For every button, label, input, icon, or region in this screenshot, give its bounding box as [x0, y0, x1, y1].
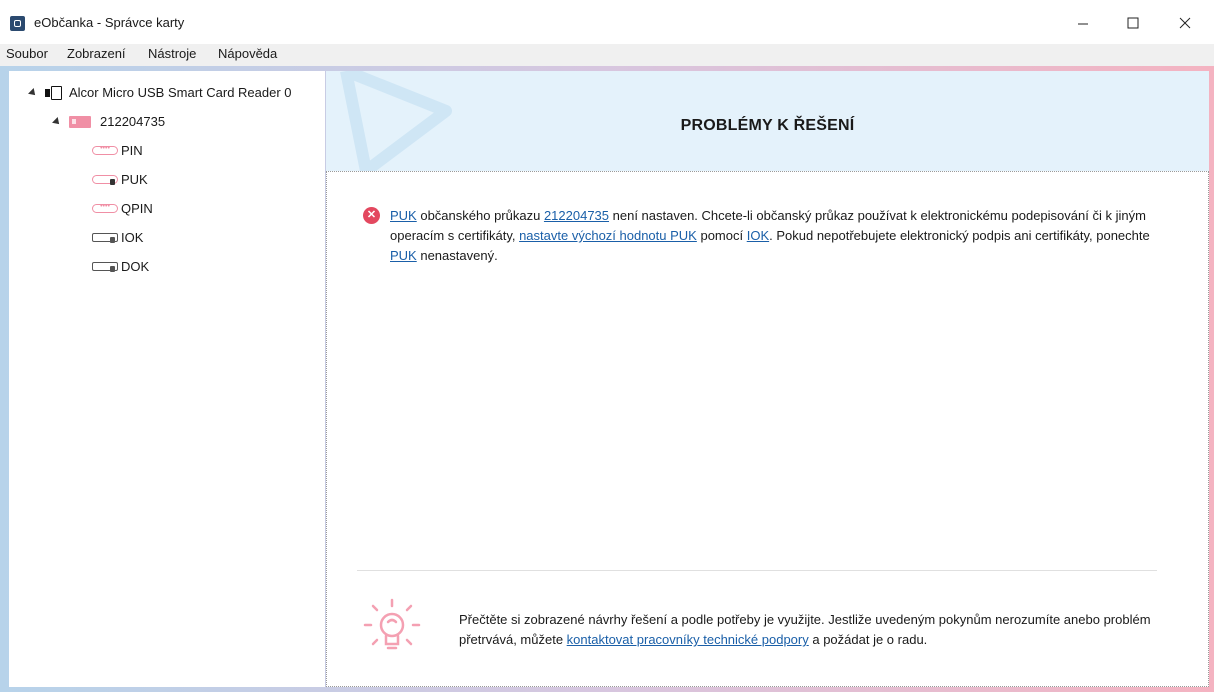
- tree-node-qpin[interactable]: •••• QPIN: [92, 201, 153, 216]
- puk-lock-icon: [92, 175, 118, 185]
- page-title: PROBLÉMY K ŘEŠENÍ: [680, 117, 855, 134]
- maximize-button[interactable]: [1110, 6, 1156, 40]
- menu-napoveda[interactable]: Nápověda: [218, 46, 277, 61]
- main-panel: PROBLÉMY K ŘEŠENÍ ✕ PUK občanského průka…: [326, 71, 1209, 687]
- issue-text-part: pomocí: [696, 228, 747, 243]
- tree-node-iok[interactable]: IOK: [92, 230, 143, 245]
- tree-node-reader[interactable]: Alcor Micro USB Smart Card Reader 0: [28, 85, 292, 100]
- card-number-link[interactable]: 212204735: [544, 208, 609, 223]
- reader-label: Alcor Micro USB Smart Card Reader 0: [69, 85, 292, 100]
- close-icon: [1179, 17, 1191, 29]
- key-icon: [92, 233, 118, 243]
- card-reader-icon: [45, 85, 63, 100]
- header-banner: PROBLÉMY K ŘEŠENÍ: [326, 71, 1209, 171]
- puk-link[interactable]: PUK: [390, 208, 417, 223]
- issue-item: ✕ PUK občanského průkazu 212204735 není …: [363, 206, 1163, 266]
- tree-node-puk[interactable]: PUK: [92, 172, 148, 187]
- hint-text: Přečtěte si zobrazené návrhy řešení a po…: [459, 610, 1159, 650]
- card-tree: Alcor Micro USB Smart Card Reader 0 2122…: [9, 71, 325, 687]
- menu-soubor[interactable]: Soubor: [6, 46, 48, 61]
- app-icon: [10, 16, 25, 31]
- window-title: eObčanka - Správce karty: [34, 15, 185, 30]
- hint-text-part: a požádat je o radu.: [808, 632, 928, 647]
- divider: [357, 570, 1157, 571]
- contact-support-link[interactable]: kontaktovat pracovníky technické podpory: [567, 632, 809, 647]
- issue-text: PUK občanského průkazu 212204735 není na…: [390, 206, 1160, 266]
- expand-arrow-icon[interactable]: [28, 87, 38, 98]
- error-icon: ✕: [363, 207, 380, 224]
- expand-arrow-icon[interactable]: [52, 116, 62, 127]
- minimize-icon: [1078, 23, 1088, 25]
- set-default-puk-link[interactable]: nastavte výchozí hodnotu PUK: [519, 228, 697, 243]
- tree-item-label: PIN: [121, 143, 143, 158]
- tree-item-label: PUK: [121, 172, 148, 187]
- tree-node-dok[interactable]: DOK: [92, 259, 149, 274]
- issue-text-part: . Pokud nepotřebujete elektronický podpi…: [769, 228, 1150, 243]
- title-bar: eObčanka - Správce karty: [0, 0, 1214, 44]
- iok-link[interactable]: IOK: [747, 228, 769, 243]
- pin-icon: ••••: [92, 203, 118, 213]
- key-icon: [92, 262, 118, 272]
- tree-node-card[interactable]: 212204735: [52, 114, 166, 129]
- puk-link-2[interactable]: PUK: [390, 248, 417, 263]
- id-card-icon: [69, 115, 91, 128]
- tree-item-label: IOK: [121, 230, 144, 245]
- menu-nastroje[interactable]: Nástroje: [148, 46, 196, 61]
- issue-text-part: nenastavený.: [416, 248, 498, 263]
- lightbulb-icon: [363, 598, 421, 650]
- menu-bar: Soubor Zobrazení Nástroje Nápověda: [0, 44, 1214, 66]
- pin-icon: ••••: [92, 145, 118, 155]
- maximize-icon: [1127, 17, 1139, 29]
- card-label: 212204735: [100, 114, 166, 129]
- tree-node-pin[interactable]: •••• PIN: [92, 143, 143, 158]
- tree-item-label: DOK: [121, 259, 150, 274]
- close-button[interactable]: [1162, 6, 1208, 40]
- menu-zobrazeni[interactable]: Zobrazení: [67, 46, 126, 61]
- tree-item-label: QPIN: [121, 201, 153, 216]
- issue-text-part: občanského průkazu: [416, 208, 544, 223]
- problems-box: ✕ PUK občanského průkazu 212204735 není …: [326, 171, 1209, 687]
- minimize-button[interactable]: [1060, 6, 1106, 40]
